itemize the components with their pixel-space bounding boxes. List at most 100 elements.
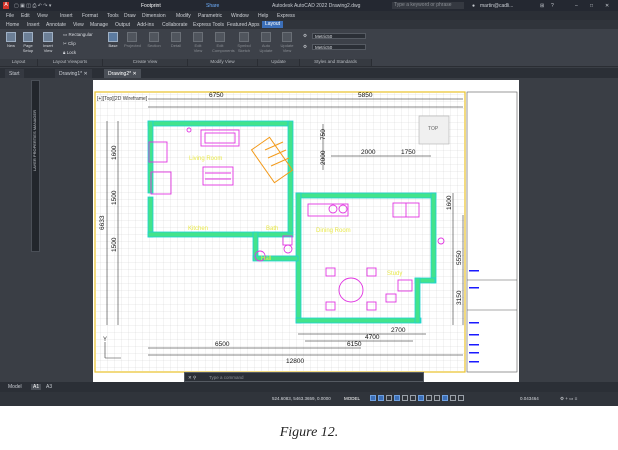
lock-viewport-button[interactable]: 🔒︎ Lock bbox=[63, 50, 76, 55]
dimension-text: 6150 bbox=[347, 341, 362, 348]
doc-tab-2[interactable]: Drawing2* ✕ bbox=[104, 69, 141, 78]
layer-properties-palette[interactable]: LAYER PROPERTIES MANAGER bbox=[31, 80, 40, 252]
section-style-dropdown[interactable]: Metric50 bbox=[312, 44, 366, 50]
section-modify-view: Modify View bbox=[188, 59, 258, 66]
quick-access-toolbar[interactable]: ▢ ▣ ◫ ⎙ ↶ ↷ ▾ bbox=[14, 3, 51, 9]
help-icon[interactable]: ? bbox=[551, 3, 554, 9]
layout-tab-model[interactable]: Model bbox=[8, 384, 22, 390]
dimension-text: 2700 bbox=[391, 327, 406, 334]
menu-item-help[interactable]: Help bbox=[258, 13, 268, 19]
room-label: Hall bbox=[261, 256, 271, 262]
room-label: Dining Room bbox=[316, 228, 351, 234]
dimension-text: 5850 bbox=[358, 92, 373, 99]
floor-plan-drawing[interactable]: Living Room Kitchen Dining Room Bath Hall Stu… bbox=[93, 80, 519, 382]
section-view-button[interactable]: Section bbox=[146, 32, 162, 48]
menu-item-edit[interactable]: Edit bbox=[21, 13, 30, 19]
viewcube[interactable]: TOP bbox=[418, 115, 450, 145]
edit-view-button[interactable]: Edit View bbox=[190, 32, 206, 53]
status-area: Model A1 A3 524.6083, 5463.3659, 0.0000 MO… bbox=[0, 382, 618, 406]
dimension-text: 6633 bbox=[99, 215, 106, 230]
ribbon-tab-manage[interactable]: Manage bbox=[90, 22, 108, 28]
model-space-toggle[interactable]: MODEL bbox=[344, 396, 360, 401]
layout-tab-a1[interactable]: A1 bbox=[31, 384, 42, 390]
dimension-text: 1500 bbox=[111, 190, 118, 205]
section-layout: Layout bbox=[0, 59, 38, 66]
ribbon-tab-featured-apps[interactable]: Featured Apps bbox=[227, 22, 260, 28]
settings-icon[interactable]: ⚙ + ▭ ≡ bbox=[560, 396, 577, 402]
dimension-text: 1500 bbox=[111, 237, 118, 252]
menu-item-modify[interactable]: Modify bbox=[176, 13, 191, 19]
ribbon-tab-annotate[interactable]: Annotate bbox=[46, 22, 66, 28]
base-view-button[interactable]: Base bbox=[105, 32, 121, 48]
search-input[interactable]: Type a keyword or phrase bbox=[392, 2, 464, 9]
menu-item-dimension[interactable]: Dimension bbox=[142, 13, 166, 19]
ribbon-tab-view[interactable]: View bbox=[73, 22, 84, 28]
ribbon-tab-collaborate[interactable]: Collaborate bbox=[162, 22, 188, 28]
command-line[interactable]: ✕ ⚲ Type a command bbox=[184, 372, 424, 382]
workspace-selector[interactable]: Footprint bbox=[141, 3, 161, 9]
doc-tab-1[interactable]: Drawing1* ✕ bbox=[55, 69, 92, 78]
title-block bbox=[466, 91, 518, 373]
menu-item-parametric[interactable]: Parametric bbox=[198, 13, 222, 19]
menu-item-window[interactable]: Window bbox=[231, 13, 249, 19]
dimension-text: 6500 bbox=[215, 341, 230, 348]
layout-paper: Living Room Kitchen Dining Room Bath Hall Stu… bbox=[93, 80, 519, 382]
share-button[interactable]: Share bbox=[206, 3, 219, 9]
rectangular-viewport-button[interactable]: ▭ Rectangular bbox=[63, 32, 93, 38]
menu-item-draw[interactable]: Draw bbox=[124, 13, 136, 19]
auto-update-button[interactable]: Auto Update bbox=[258, 32, 274, 53]
left-workspace bbox=[0, 78, 93, 382]
menu-item-view[interactable]: View bbox=[37, 13, 48, 19]
ribbon-tab-home[interactable]: Home bbox=[6, 22, 19, 28]
drafting-toggles[interactable] bbox=[370, 395, 466, 402]
dimension-text: 1600 bbox=[446, 195, 453, 210]
svg-text:TOP: TOP bbox=[428, 126, 439, 132]
view-style-dropdown[interactable]: Metric50 bbox=[312, 33, 366, 39]
close-icon[interactable]: ✕ bbox=[605, 3, 609, 9]
command-close-icon[interactable]: ✕ ⚲ bbox=[188, 375, 196, 381]
new-layout-button[interactable]: New bbox=[3, 32, 19, 48]
clip-viewport-button[interactable]: ✂ Clip bbox=[63, 41, 76, 47]
user-account[interactable]: martin@cadli... bbox=[480, 3, 513, 9]
ribbon: New Page Setup Insert View ▭ Rectangular… bbox=[0, 29, 618, 67]
layout-tab-a3[interactable]: A3 bbox=[46, 384, 52, 390]
menu-item-format[interactable]: Format bbox=[82, 13, 98, 19]
dimension-text: 750 bbox=[320, 129, 327, 140]
doc-tab-0[interactable]: Start bbox=[5, 69, 24, 78]
menu-bar: File Edit View Insert Format Tools Draw Dimensi… bbox=[0, 11, 618, 20]
update-view-button[interactable]: Update View bbox=[279, 32, 295, 53]
menu-item-tools[interactable]: Tools bbox=[107, 13, 119, 19]
ribbon-tab-express-tools[interactable]: Express Tools bbox=[193, 22, 224, 28]
user-icon[interactable]: ● bbox=[472, 3, 475, 9]
menu-item-file[interactable]: File bbox=[6, 13, 14, 19]
dimension-text: 2000 bbox=[320, 150, 327, 165]
dimension-text: 4700 bbox=[365, 334, 380, 341]
viewport-control-label[interactable]: [+][Top][2D Wireframe] bbox=[97, 96, 148, 102]
dimension-text: 3150 bbox=[456, 290, 463, 305]
ribbon-tab-layout[interactable]: Layout bbox=[262, 21, 284, 28]
app-logo-icon[interactable]: A bbox=[3, 2, 9, 9]
document-tabs: Start Drawing1* ✕ Drawing2* ✕ bbox=[0, 68, 618, 78]
maximize-icon[interactable]: □ bbox=[590, 3, 593, 9]
detail-view-button[interactable]: Detail bbox=[168, 32, 184, 48]
symbol-sketch-button[interactable]: Symbol Sketch bbox=[236, 32, 252, 53]
projected-view-button[interactable]: Projected bbox=[124, 32, 141, 48]
room-label: Study bbox=[387, 271, 402, 277]
menu-item-insert[interactable]: Insert bbox=[60, 13, 73, 19]
dimension-text: 1750 bbox=[401, 149, 416, 156]
annotation-scale[interactable]: 0.043464 bbox=[520, 396, 539, 401]
cart-icon[interactable]: ⊞ bbox=[540, 3, 544, 9]
ribbon-tab-add-ins[interactable]: Add-ins bbox=[137, 22, 154, 28]
minimize-icon[interactable]: – bbox=[575, 3, 578, 9]
edit-components-button[interactable]: Edit Components bbox=[212, 32, 235, 53]
ribbon-tab-insert[interactable]: Insert bbox=[27, 22, 40, 28]
command-input[interactable]: Type a command bbox=[209, 375, 244, 380]
ribbon-tabs: Home Insert Annotate View Manage Output Add-in… bbox=[0, 20, 618, 29]
menu-item-express[interactable]: Express bbox=[277, 13, 295, 19]
page-setup-button[interactable]: Page Setup bbox=[20, 32, 36, 53]
insert-view-button[interactable]: Insert View bbox=[40, 32, 56, 53]
dimension-text: 1600 bbox=[111, 145, 118, 160]
svg-text:Y: Y bbox=[103, 337, 107, 343]
ribbon-tab-output[interactable]: Output bbox=[115, 22, 130, 28]
style-icon-2: ⚙ bbox=[303, 44, 308, 49]
